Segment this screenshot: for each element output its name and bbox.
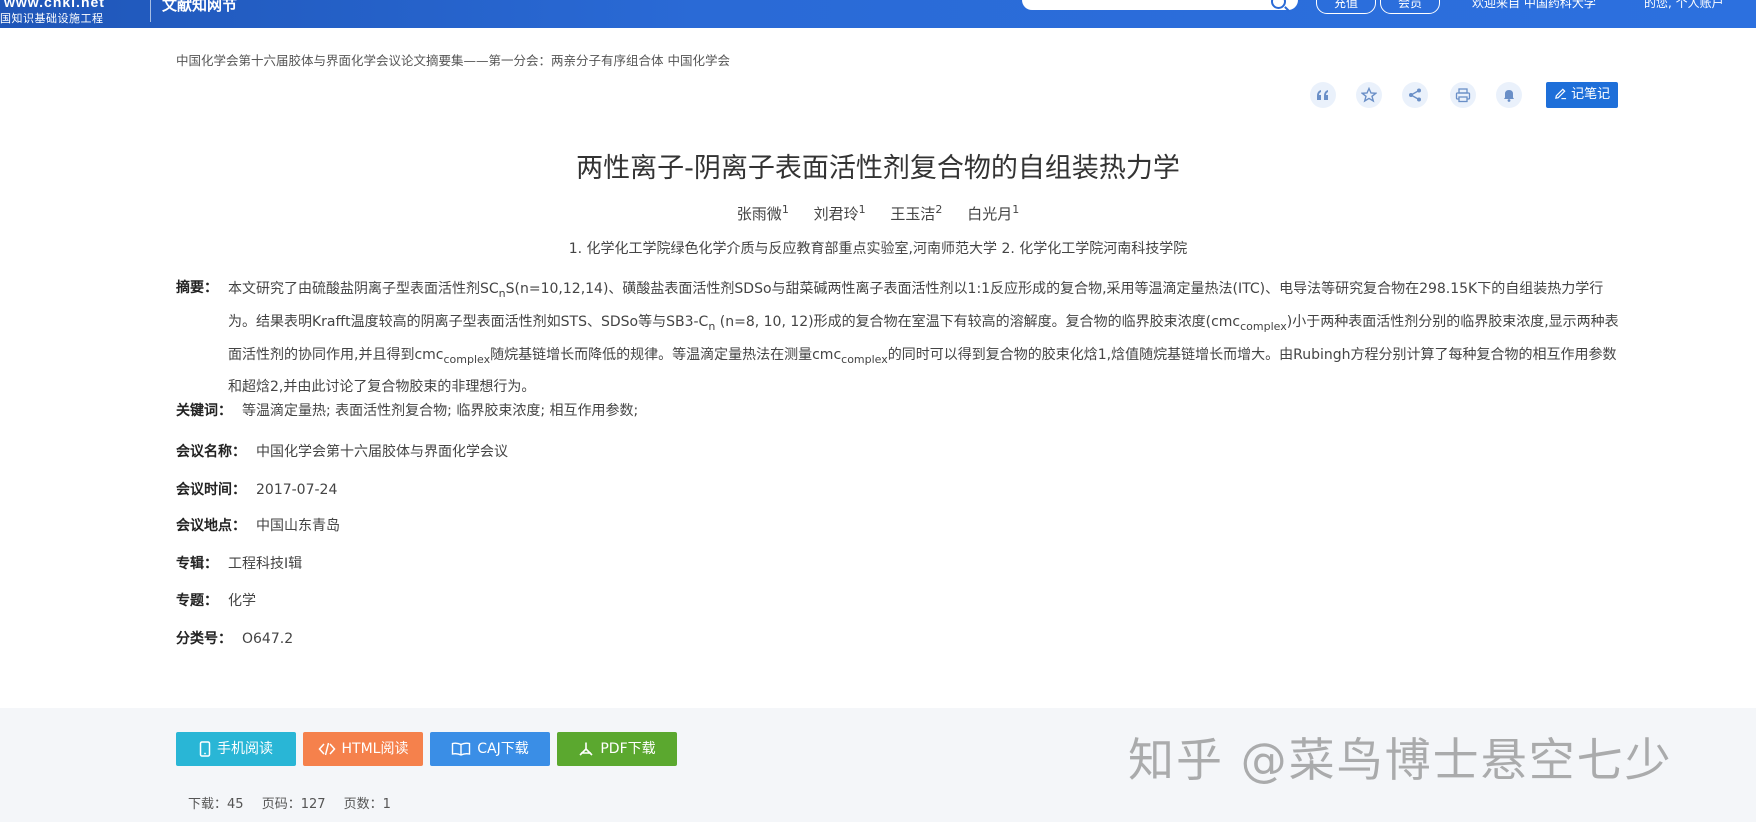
author-list: 张雨微1 刘君玲1 王玉洁2 白光月1 [0,203,1756,224]
meeting-place-row: 会议地点： 中国山东青岛 [176,515,340,535]
breadcrumb[interactable]: 中国化学会第十六届胶体与界面化学会议论文摘要集——第一分会：两亲分子有序组合体 … [176,50,730,69]
take-notes-button[interactable]: 记笔记 [1546,82,1618,108]
meeting-time-label: 会议时间： [176,482,246,498]
meeting-place-label: 会议地点： [176,518,246,534]
search-input[interactable] [1022,0,1298,10]
print-icon[interactable] [1450,82,1476,108]
meeting-name-value[interactable]: 中国化学会第十六届胶体与界面化学会议 [256,444,508,460]
bell-icon[interactable] [1496,82,1522,108]
meeting-place-value: 中国山东青岛 [256,518,340,534]
membership-button[interactable]: 会员 [1380,0,1440,14]
page-count: 页数：1 [343,797,391,812]
meeting-time-value: 2017-07-24 [256,482,338,498]
logo-divider [150,0,151,22]
classification-label: 分类号： [176,631,232,647]
book-icon [452,742,471,756]
logo-subtitle: 国知识基础设施工程 [0,12,104,25]
html-read-button[interactable]: HTML阅读 [303,732,423,766]
topic-row: 专题： 化学 [176,590,256,610]
abstract-text: 本文研究了由硫酸盐阴离子型表面活性剂SCnS(n=10,12,14)、磺酸盐表面… [228,281,1619,396]
classification-value: O647.2 [242,631,294,647]
share-icon[interactable] [1402,82,1428,108]
quote-icon[interactable] [1310,82,1336,108]
classification-row: 分类号： O647.2 [176,628,293,648]
series-value: 工程科技Ⅰ辑 [228,556,303,572]
code-icon [318,742,336,756]
star-icon[interactable] [1356,82,1382,108]
topic-label: 专题： [176,593,218,609]
search-icon[interactable] [1271,0,1286,9]
top-header: www.cnki.net 国知识基础设施工程 文献知网节 充值 会员 欢迎来自 … [0,0,1756,28]
topic-value: 化学 [228,593,256,609]
phone-icon [199,741,211,757]
abstract-label: 摘要： [176,280,218,296]
mobile-read-button[interactable]: 手机阅读 [176,732,296,766]
recharge-button[interactable]: 充值 [1316,0,1376,14]
logo-url[interactable]: www.cnki.net [4,0,105,10]
watermark: 知乎 @菜鸟博士悬空七少 [1128,733,1673,787]
take-notes-label: 记笔记 [1571,87,1611,102]
site-name[interactable]: 文献知网节 [162,0,237,15]
meeting-time-row: 会议时间： 2017-07-24 [176,479,337,499]
article-title: 两性离子-阴离子表面活性剂复合物的自组装热力学 [576,153,1180,184]
meeting-name-label: 会议名称： [176,444,246,460]
download-count: 下载：45 [188,797,244,812]
keywords-value[interactable]: 等温滴定量热; 表面活性剂复合物; 临界胶束浓度; 相互作用参数; [242,403,638,419]
page-code: 页码：127 [261,797,326,812]
caj-download-button[interactable]: CAJ下载 [430,732,550,766]
keywords-row: 关键词： 等温滴定量热; 表面活性剂复合物; 临界胶束浓度; 相互作用参数; [176,400,638,420]
author-link[interactable]: 张雨微1 [737,203,789,223]
user-account-link[interactable]: 的您, 个人账户 [1644,0,1724,11]
author-link[interactable]: 刘君玲1 [814,203,866,223]
pdf-icon [579,742,593,756]
series-row: 专辑： 工程科技Ⅰ辑 [176,553,302,573]
affiliations[interactable]: 1. 化学化工学院绿色化学介质与反应教育部重点实验室,河南师范大学 2. 化学化… [0,238,1756,258]
series-label: 专辑： [176,556,218,572]
author-link[interactable]: 王玉洁2 [890,203,942,223]
article-stats: 下载：45 页码：127 页数：1 [188,793,405,812]
welcome-text: 欢迎来自 中国药科大学 [1472,0,1596,10]
keywords-label: 关键词： [176,403,232,419]
pencil-icon [1555,88,1566,100]
author-link[interactable]: 白光月1 [967,203,1019,223]
meeting-name-row: 会议名称： 中国化学会第十六届胶体与界面化学会议 [176,441,508,461]
pdf-download-button[interactable]: PDF下载 [557,732,677,766]
